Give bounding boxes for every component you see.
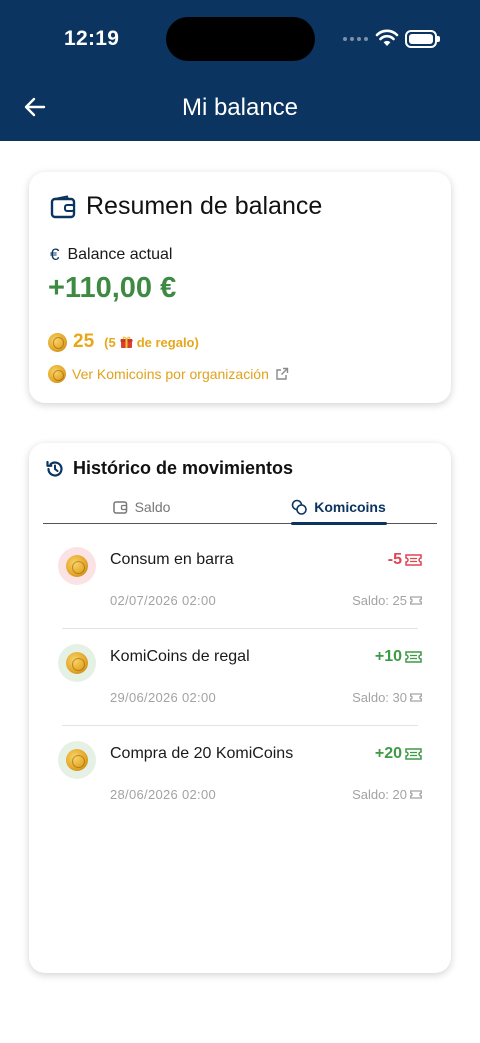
movement-avatar bbox=[58, 741, 96, 779]
org-link-label: Ver Komicoins por organización bbox=[72, 366, 269, 382]
movement-date: 28/06/2026 02:00 bbox=[110, 787, 217, 802]
ticket-icon bbox=[405, 554, 422, 566]
coin-icon bbox=[66, 652, 88, 674]
battery-icon bbox=[405, 30, 440, 48]
movement-amount: +20 bbox=[375, 745, 422, 763]
movement-avatar bbox=[58, 547, 96, 585]
coin-icon bbox=[66, 749, 88, 771]
ticket-icon bbox=[410, 596, 422, 605]
movement-date: 29/06/2026 02:00 bbox=[110, 690, 217, 705]
cellular-signal-icon bbox=[343, 37, 368, 41]
balance-value: +110,00 € bbox=[48, 272, 177, 304]
list-item[interactable]: KomiCoins de regal +10 29/06/2026 02:00 … bbox=[29, 628, 451, 725]
external-link-icon bbox=[276, 367, 289, 380]
coin-icon bbox=[48, 365, 66, 383]
wallet-icon bbox=[50, 194, 76, 218]
gift-suffix: de regalo) bbox=[136, 334, 199, 350]
tab-saldo-label: Saldo bbox=[134, 499, 171, 515]
movement-saldo: Saldo: 20 bbox=[352, 787, 422, 802]
ticket-icon bbox=[410, 693, 422, 702]
gift-icon bbox=[120, 336, 133, 348]
history-tabs: Saldo Komicoins bbox=[43, 491, 437, 524]
euro-icon: € bbox=[50, 245, 60, 264]
ticket-icon bbox=[405, 748, 422, 760]
wifi-icon bbox=[375, 29, 399, 46]
movement-saldo-value: Saldo: 25 bbox=[352, 593, 407, 608]
balance-summary-card: Resumen de balance € Balance actual +110… bbox=[29, 172, 451, 403]
history-header: Histórico de movimientos bbox=[45, 458, 293, 479]
komicoins-by-organization-link[interactable]: Ver Komicoins por organización bbox=[48, 365, 289, 383]
movement-amount-value: -5 bbox=[387, 551, 402, 568]
movement-amount: -5 bbox=[388, 551, 422, 569]
page-title: Mi balance bbox=[181, 94, 299, 121]
app-header: 12:19 Mi balance bbox=[0, 0, 480, 141]
movement-date: 02/07/2026 02:00 bbox=[110, 593, 217, 608]
summary-title: Resumen de balance bbox=[86, 192, 323, 220]
movement-amount: +10 bbox=[375, 648, 422, 666]
komicoins-row: 25 (5 de regalo) bbox=[48, 331, 199, 353]
ticket-icon bbox=[410, 790, 422, 799]
tab-saldo[interactable]: Saldo bbox=[43, 491, 240, 523]
movement-saldo: Saldo: 25 bbox=[352, 593, 422, 608]
ticket-icon bbox=[405, 651, 422, 663]
movement-description: Compra de 20 KomiCoins bbox=[110, 745, 294, 762]
wallet-icon bbox=[112, 501, 127, 514]
tab-komicoins[interactable]: Komicoins bbox=[240, 491, 437, 523]
movements-history-card: Histórico de movimientos Saldo Komicoins… bbox=[29, 443, 451, 973]
movement-saldo-value: Saldo: 20 bbox=[352, 787, 407, 802]
gift-prefix: (5 bbox=[104, 334, 116, 350]
history-title: Histórico de movimientos bbox=[73, 458, 294, 478]
movement-description: KomiCoins de regal bbox=[110, 648, 250, 665]
list-item[interactable]: Compra de 20 KomiCoins +20 28/06/2026 02… bbox=[29, 725, 451, 822]
list-item[interactable]: Consum en barra -5 02/07/2026 02:00 Sald… bbox=[29, 531, 451, 628]
movement-saldo-value: Saldo: 30 bbox=[352, 690, 407, 705]
history-icon bbox=[46, 460, 63, 477]
movement-description: Consum en barra bbox=[110, 551, 234, 568]
movement-amount-value: +10 bbox=[374, 648, 402, 665]
status-time: 12:19 bbox=[64, 27, 120, 50]
dynamic-island bbox=[166, 17, 315, 61]
summary-header: Resumen de balance bbox=[50, 192, 322, 221]
komicoins-count: 25 bbox=[73, 331, 95, 352]
balance-label-row: € Balance actual bbox=[50, 245, 172, 265]
tab-komicoins-label: Komicoins bbox=[314, 499, 386, 515]
balance-label: Balance actual bbox=[67, 246, 173, 263]
coins-icon bbox=[291, 499, 308, 515]
coin-icon bbox=[66, 555, 88, 577]
movements-list: Consum en barra -5 02/07/2026 02:00 Sald… bbox=[29, 531, 451, 822]
coin-icon bbox=[48, 332, 67, 352]
movement-amount-value: +20 bbox=[374, 745, 402, 762]
komicoins-gift-note: (5 de regalo) bbox=[104, 335, 199, 350]
movement-saldo: Saldo: 30 bbox=[352, 690, 422, 705]
movement-avatar bbox=[58, 644, 96, 682]
